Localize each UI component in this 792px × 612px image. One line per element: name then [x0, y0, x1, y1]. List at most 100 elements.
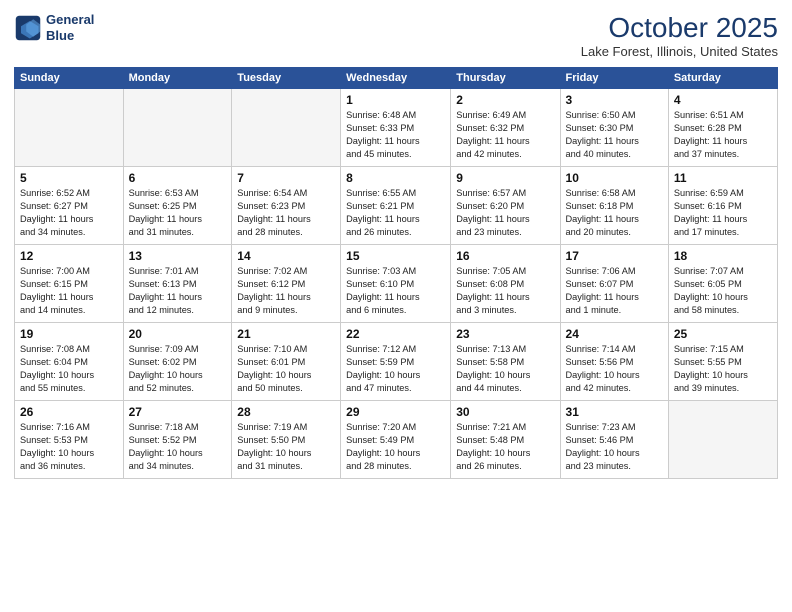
logo: General Blue	[14, 12, 94, 43]
day-number: 16	[456, 249, 554, 263]
calendar-cell: 8 Sunrise: 6:55 AMSunset: 6:21 PMDaylight…	[341, 167, 451, 245]
weekday-header-monday: Monday	[123, 68, 232, 89]
calendar-cell: 30Sunrise: 7:21 AMSunset: 5:48 PMDayligh…	[451, 401, 560, 479]
day-number: 8	[346, 171, 445, 185]
day-info: Sunrise: 7:16 AMSunset: 5:53 PMDaylight:…	[20, 421, 118, 473]
calendar-week-4: 19 Sunrise: 7:08 AMSunset: 6:04 PMDayligh…	[15, 323, 778, 401]
weekday-header-saturday: Saturday	[668, 68, 777, 89]
weekday-header-thursday: Thursday	[451, 68, 560, 89]
weekday-header-friday: Friday	[560, 68, 668, 89]
day-number: 4	[674, 93, 772, 107]
weekday-header-row: SundayMondayTuesdayWednesdayThursdayFrid…	[15, 68, 778, 89]
day-number: 28	[237, 405, 335, 419]
calendar-cell: 5Sunrise: 6:52 AMSunset: 6:27 PMDaylight…	[15, 167, 124, 245]
day-info: Sunrise: 7:15 AMSunset: 5:55 PMDaylight:…	[674, 343, 772, 395]
day-info: Sunrise: 7:21 AMSunset: 5:48 PMDaylight:…	[456, 421, 554, 473]
day-info: Sunrise: 7:14 AMSunset: 5:56 PMDaylight:…	[566, 343, 663, 395]
calendar-week-1: 1 Sunrise: 6:48 AMSunset: 6:33 PMDaylight…	[15, 89, 778, 167]
calendar-cell: 22Sunrise: 7:12 AMSunset: 5:59 PMDayligh…	[341, 323, 451, 401]
calendar-cell: 7 Sunrise: 6:54 AMSunset: 6:23 PMDaylight…	[232, 167, 341, 245]
day-info: Sunrise: 6:48 AMSunset: 6:33 PMDaylight:…	[346, 109, 445, 161]
day-number: 12	[20, 249, 118, 263]
calendar-cell: 21Sunrise: 7:10 AMSunset: 6:01 PMDayligh…	[232, 323, 341, 401]
calendar-cell: 29 Sunrise: 7:20 AMSunset: 5:49 PMDayligh…	[341, 401, 451, 479]
day-number: 3	[566, 93, 663, 107]
calendar: SundayMondayTuesdayWednesdayThursdayFrid…	[14, 67, 778, 479]
calendar-cell: 12 Sunrise: 7:00 AMSunset: 6:15 PMDayligh…	[15, 245, 124, 323]
day-number: 6	[129, 171, 227, 185]
calendar-cell: 10 Sunrise: 6:58 AMSunset: 6:18 PMDayligh…	[560, 167, 668, 245]
weekday-header-wednesday: Wednesday	[341, 68, 451, 89]
calendar-cell: 3 Sunrise: 6:50 AMSunset: 6:30 PMDaylight…	[560, 89, 668, 167]
day-info: Sunrise: 7:00 AMSunset: 6:15 PMDaylight:…	[20, 265, 118, 317]
day-number: 20	[129, 327, 227, 341]
day-number: 19	[20, 327, 118, 341]
day-info: Sunrise: 7:03 AMSunset: 6:10 PMDaylight:…	[346, 265, 445, 317]
day-info: Sunrise: 7:09 AMSunset: 6:02 PMDaylight:…	[129, 343, 227, 395]
month-title: October 2025	[581, 12, 778, 44]
logo-icon	[14, 14, 42, 42]
day-info: Sunrise: 6:55 AMSunset: 6:21 PMDaylight:…	[346, 187, 445, 239]
day-info: Sunrise: 6:51 AMSunset: 6:28 PMDaylight:…	[674, 109, 772, 161]
header: General Blue October 2025 Lake Forest, I…	[14, 12, 778, 59]
day-info: Sunrise: 6:58 AMSunset: 6:18 PMDaylight:…	[566, 187, 663, 239]
day-info: Sunrise: 7:18 AMSunset: 5:52 PMDaylight:…	[129, 421, 227, 473]
calendar-cell: 9Sunrise: 6:57 AMSunset: 6:20 PMDaylight…	[451, 167, 560, 245]
day-number: 24	[566, 327, 663, 341]
day-number: 7	[237, 171, 335, 185]
day-number: 11	[674, 171, 772, 185]
day-info: Sunrise: 6:52 AMSunset: 6:27 PMDaylight:…	[20, 187, 118, 239]
day-info: Sunrise: 6:54 AMSunset: 6:23 PMDaylight:…	[237, 187, 335, 239]
day-info: Sunrise: 7:20 AMSunset: 5:49 PMDaylight:…	[346, 421, 445, 473]
day-number: 2	[456, 93, 554, 107]
calendar-cell	[123, 89, 232, 167]
day-info: Sunrise: 7:06 AMSunset: 6:07 PMDaylight:…	[566, 265, 663, 317]
calendar-week-5: 26Sunrise: 7:16 AMSunset: 5:53 PMDayligh…	[15, 401, 778, 479]
day-number: 29	[346, 405, 445, 419]
day-info: Sunrise: 6:57 AMSunset: 6:20 PMDaylight:…	[456, 187, 554, 239]
day-info: Sunrise: 6:50 AMSunset: 6:30 PMDaylight:…	[566, 109, 663, 161]
day-info: Sunrise: 6:49 AMSunset: 6:32 PMDaylight:…	[456, 109, 554, 161]
day-info: Sunrise: 7:10 AMSunset: 6:01 PMDaylight:…	[237, 343, 335, 395]
page: General Blue October 2025 Lake Forest, I…	[0, 0, 792, 612]
calendar-cell: 20 Sunrise: 7:09 AMSunset: 6:02 PMDayligh…	[123, 323, 232, 401]
calendar-cell: 28 Sunrise: 7:19 AMSunset: 5:50 PMDayligh…	[232, 401, 341, 479]
calendar-cell: 31Sunrise: 7:23 AMSunset: 5:46 PMDayligh…	[560, 401, 668, 479]
calendar-week-3: 12 Sunrise: 7:00 AMSunset: 6:15 PMDayligh…	[15, 245, 778, 323]
calendar-cell: 17Sunrise: 7:06 AMSunset: 6:07 PMDayligh…	[560, 245, 668, 323]
calendar-week-2: 5Sunrise: 6:52 AMSunset: 6:27 PMDaylight…	[15, 167, 778, 245]
calendar-cell: 18 Sunrise: 7:07 AMSunset: 6:05 PMDayligh…	[668, 245, 777, 323]
day-info: Sunrise: 7:07 AMSunset: 6:05 PMDaylight:…	[674, 265, 772, 317]
calendar-cell: 27 Sunrise: 7:18 AMSunset: 5:52 PMDayligh…	[123, 401, 232, 479]
calendar-cell: 2 Sunrise: 6:49 AMSunset: 6:32 PMDaylight…	[451, 89, 560, 167]
calendar-cell: 26Sunrise: 7:16 AMSunset: 5:53 PMDayligh…	[15, 401, 124, 479]
day-info: Sunrise: 7:23 AMSunset: 5:46 PMDaylight:…	[566, 421, 663, 473]
calendar-cell: 25Sunrise: 7:15 AMSunset: 5:55 PMDayligh…	[668, 323, 777, 401]
day-info: Sunrise: 7:05 AMSunset: 6:08 PMDaylight:…	[456, 265, 554, 317]
location: Lake Forest, Illinois, United States	[581, 44, 778, 59]
calendar-cell: 13Sunrise: 7:01 AMSunset: 6:13 PMDayligh…	[123, 245, 232, 323]
weekday-header-tuesday: Tuesday	[232, 68, 341, 89]
calendar-cell: 24 Sunrise: 7:14 AMSunset: 5:56 PMDayligh…	[560, 323, 668, 401]
day-number: 14	[237, 249, 335, 263]
day-number: 27	[129, 405, 227, 419]
day-info: Sunrise: 7:13 AMSunset: 5:58 PMDaylight:…	[456, 343, 554, 395]
logo-text: General Blue	[46, 12, 94, 43]
day-info: Sunrise: 7:19 AMSunset: 5:50 PMDaylight:…	[237, 421, 335, 473]
day-number: 1	[346, 93, 445, 107]
day-number: 18	[674, 249, 772, 263]
day-info: Sunrise: 6:53 AMSunset: 6:25 PMDaylight:…	[129, 187, 227, 239]
day-number: 13	[129, 249, 227, 263]
day-info: Sunrise: 6:59 AMSunset: 6:16 PMDaylight:…	[674, 187, 772, 239]
day-info: Sunrise: 7:08 AMSunset: 6:04 PMDaylight:…	[20, 343, 118, 395]
day-number: 10	[566, 171, 663, 185]
day-number: 22	[346, 327, 445, 341]
calendar-cell: 15Sunrise: 7:03 AMSunset: 6:10 PMDayligh…	[341, 245, 451, 323]
calendar-cell: 6 Sunrise: 6:53 AMSunset: 6:25 PMDaylight…	[123, 167, 232, 245]
calendar-cell: 14 Sunrise: 7:02 AMSunset: 6:12 PMDayligh…	[232, 245, 341, 323]
calendar-cell: 1 Sunrise: 6:48 AMSunset: 6:33 PMDaylight…	[341, 89, 451, 167]
calendar-cell: 23Sunrise: 7:13 AMSunset: 5:58 PMDayligh…	[451, 323, 560, 401]
day-info: Sunrise: 7:02 AMSunset: 6:12 PMDaylight:…	[237, 265, 335, 317]
calendar-cell: 11 Sunrise: 6:59 AMSunset: 6:16 PMDayligh…	[668, 167, 777, 245]
calendar-cell	[15, 89, 124, 167]
